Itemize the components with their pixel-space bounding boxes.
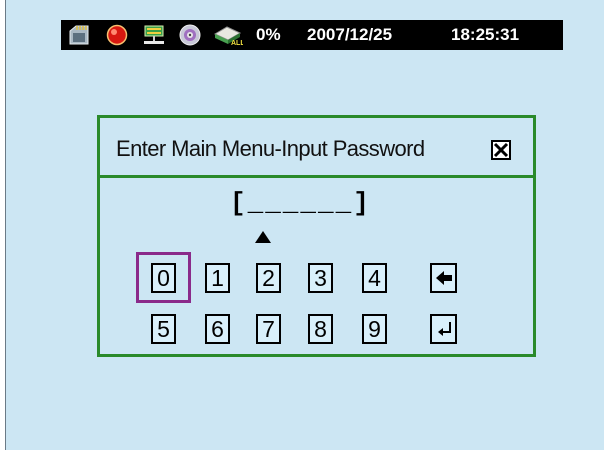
key-8[interactable]: 8 xyxy=(308,314,333,344)
enter-return-icon xyxy=(435,319,455,344)
backspace-button[interactable] xyxy=(430,263,457,293)
cursor-up-arrow-icon xyxy=(255,230,271,243)
key-4[interactable]: 4 xyxy=(362,263,387,293)
status-bar: ALL 0% 2007/12/25 18:25:31 xyxy=(61,20,563,50)
password-dialog: Enter Main Menu-Input Password [______] … xyxy=(97,115,536,357)
network-icon xyxy=(142,24,166,46)
hdd-usage-percent: 0% xyxy=(256,25,281,44)
key-3[interactable]: 3 xyxy=(308,263,333,293)
disc-icon xyxy=(178,24,202,46)
key-5[interactable]: 5 xyxy=(151,314,176,344)
record-icon xyxy=(105,24,129,46)
status-date: 2007/12/25 xyxy=(307,25,393,44)
left-arrow-icon xyxy=(434,268,454,293)
key-7[interactable]: 7 xyxy=(256,314,281,344)
key-2[interactable]: 2 xyxy=(256,263,281,293)
key-9[interactable]: 9 xyxy=(362,314,387,344)
dialog-title: Enter Main Menu-Input Password xyxy=(116,136,425,161)
memory-card-icon xyxy=(67,24,91,46)
key-0[interactable]: 0 xyxy=(151,263,176,293)
hdd-alarm-icon: ALL xyxy=(213,24,245,47)
status-time: 18:25:31 xyxy=(451,25,520,44)
dvr-screen: ALL 0% 2007/12/25 18:25:31 Enter Main Me… xyxy=(5,0,604,450)
enter-button[interactable] xyxy=(430,314,457,344)
close-icon[interactable] xyxy=(491,140,511,160)
svg-text:ALL: ALL xyxy=(231,40,243,46)
dialog-title-bar: Enter Main Menu-Input Password xyxy=(100,118,533,178)
key-1[interactable]: 1 xyxy=(205,263,230,293)
key-6[interactable]: 6 xyxy=(205,314,230,344)
password-field[interactable]: [______] xyxy=(230,188,371,218)
